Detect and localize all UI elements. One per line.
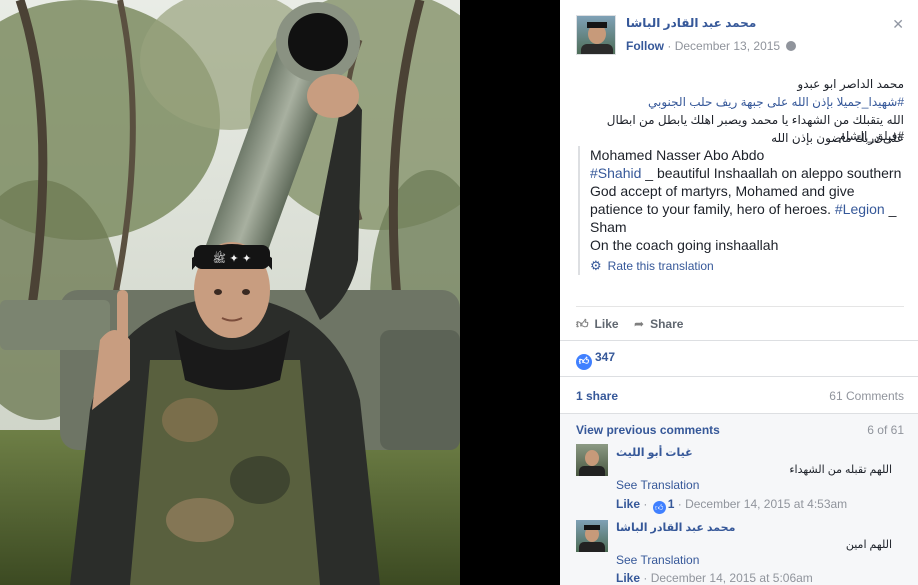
- like-reaction-icon: 👍︎: [652, 501, 666, 514]
- rate-translation[interactable]: ⚙ Rate this translation: [590, 257, 908, 275]
- translation-line-6: On the coach going inshaallah: [590, 237, 779, 253]
- comment-author[interactable]: غيات أبو الليث: [616, 446, 693, 459]
- follow-button[interactable]: Follow: [626, 39, 664, 53]
- hashtag-legion[interactable]: #Legion: [835, 201, 885, 217]
- reaction-count-value: 347: [595, 350, 616, 364]
- hashtag-shahid[interactable]: #Shahid: [590, 165, 641, 181]
- globe-icon: [786, 41, 797, 51]
- comment-meta: Like · 👍︎ 1 · December 14, 2015 at 4:53am: [616, 497, 847, 514]
- share-button-label: Share: [650, 317, 684, 331]
- author-avatar[interactable]: [576, 15, 616, 55]
- lightbox-backdrop: [460, 0, 560, 585]
- see-translation-link[interactable]: See Translation: [616, 478, 699, 492]
- post-date[interactable]: December 13, 2015: [675, 39, 780, 53]
- translation-line-5: Sham: [590, 219, 627, 235]
- post-translation: Mohamed Nasser Abo Abdo #Shahid _ beauti…: [578, 146, 908, 275]
- like-button[interactable]: 👍︎ Like: [576, 317, 619, 332]
- post-text-line-1: محمد الداصر ابو عبدو: [797, 77, 904, 91]
- comment-meta-separator: ·: [643, 497, 648, 511]
- like-reaction-icon: 👍︎: [576, 354, 592, 370]
- post-text-line-2[interactable]: #شهيدا_جميلا بإذن الله على جبهة ريف حلب …: [574, 94, 904, 110]
- comment-paging: 6 of 61: [867, 423, 904, 437]
- translation-line-2-rest: _ beautiful Inshaallah on aleppo souther…: [641, 165, 902, 181]
- divider-actions: [560, 340, 918, 341]
- close-icon[interactable]: ✕: [892, 16, 904, 33]
- view-previous-comments[interactable]: View previous comments: [576, 423, 720, 437]
- post-author-name[interactable]: محمد عبد القادر الباشا: [626, 16, 756, 30]
- comment-like-button[interactable]: Like: [616, 571, 640, 585]
- comment-meta-separator: ·: [677, 497, 682, 511]
- comment-avatar[interactable]: [576, 444, 608, 476]
- divider-comments: [560, 413, 918, 414]
- comment-time[interactable]: December 14, 2015 at 4:53am: [685, 497, 847, 511]
- post-photo[interactable]: ﷺ ✦ ✦: [0, 0, 460, 585]
- comment-like-count[interactable]: 1: [668, 497, 675, 511]
- see-translation-link[interactable]: See Translation: [616, 553, 699, 567]
- share-icon: ➦: [634, 317, 645, 331]
- like-button-label: Like: [594, 317, 619, 331]
- comment-like-button[interactable]: Like: [616, 497, 640, 511]
- reaction-count[interactable]: 👍︎ 347: [576, 350, 615, 370]
- divider-top: [576, 306, 904, 307]
- post-meta: Follow · December 13, 2015: [626, 39, 797, 53]
- comment-time[interactable]: December 14, 2015 at 5:06am: [651, 571, 813, 585]
- meta-separator: ·: [667, 39, 672, 53]
- svg-text:ﷺ ✦ ✦: ﷺ ✦ ✦: [213, 250, 252, 265]
- share-count[interactable]: 1 share: [576, 389, 618, 403]
- comment-author[interactable]: محمد عبد القادر الباشا: [616, 521, 735, 534]
- comment-count[interactable]: 61 Comments: [829, 389, 904, 403]
- post-text-line-4: على دربك ماضون بإذن الله: [771, 131, 904, 145]
- translation-line-2: #Shahid _ beautiful Inshaallah on aleppo…: [590, 164, 908, 182]
- translation-line-3: God accept of martyrs, Mohamed and give: [590, 183, 855, 199]
- comment-text: اللهم امين: [845, 539, 892, 551]
- comment-avatar[interactable]: [576, 520, 608, 552]
- translation-line-4-rest: _: [884, 201, 897, 217]
- comment-text: اللهم تقبله من الشهداء: [789, 464, 892, 476]
- share-button[interactable]: ➦ Share: [634, 317, 683, 331]
- gear-icon: ⚙: [590, 258, 602, 273]
- translation-line-4: patience to your family, hero of heroes.…: [590, 200, 908, 218]
- comment-meta: Like · December 14, 2015 at 5:06am: [616, 571, 813, 585]
- like-icon: 👍︎: [576, 317, 589, 331]
- photo-illustration: ﷺ ✦ ✦: [0, 0, 460, 585]
- translation-line-4-pre: patience to your family, hero of heroes.: [590, 201, 835, 217]
- divider-reactions: [560, 376, 918, 377]
- comment-meta-separator: ·: [643, 571, 648, 585]
- translation-line-1: Mohamed Nasser Abo Abdo: [590, 147, 765, 163]
- rate-translation-label: Rate this translation: [607, 259, 714, 273]
